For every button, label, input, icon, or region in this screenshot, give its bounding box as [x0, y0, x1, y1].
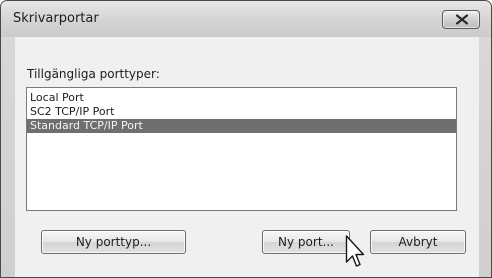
dialog-body: Tillgängliga porttyper: Local Port SC2 T… — [15, 37, 479, 277]
cancel-button[interactable]: Avbryt — [370, 230, 466, 254]
list-item-local-port[interactable]: Local Port — [27, 91, 456, 105]
mouse-pointer-icon — [345, 235, 365, 267]
list-item-sc2-tcpip-port[interactable]: SC2 TCP/IP Port — [27, 105, 456, 119]
list-item-standard-tcpip-port[interactable]: Standard TCP/IP Port — [27, 119, 456, 133]
close-icon — [455, 14, 469, 25]
title-bar[interactable]: Skrivarportar — [1, 1, 491, 37]
window-title: Skrivarportar — [13, 11, 99, 26]
new-port-button[interactable]: Ny port... — [262, 230, 350, 254]
new-port-type-button[interactable]: Ny porttyp... — [41, 230, 186, 254]
close-button[interactable] — [442, 10, 480, 29]
available-port-types-label: Tillgängliga porttyper: — [27, 67, 160, 81]
port-types-list[interactable]: Local Port SC2 TCP/IP Port Standard TCP/… — [26, 87, 457, 211]
printer-ports-dialog: Skrivarportar Tillgängliga porttyper: Lo… — [0, 0, 492, 278]
